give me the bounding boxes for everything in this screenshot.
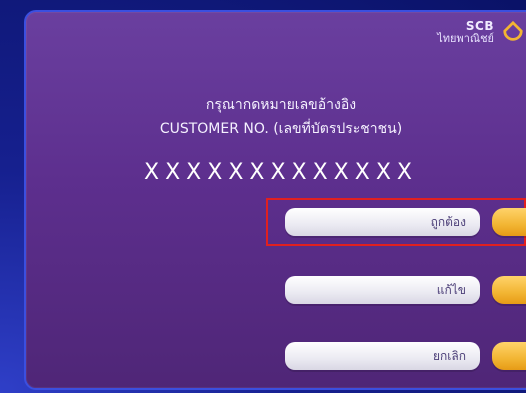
masked-customer-number: XXXXXXXXXXXXX [144, 160, 418, 185]
confirm-button[interactable]: ถูกต้อง [285, 208, 480, 236]
bank-logo: SCB ไทยพาณิชย์ [437, 20, 524, 44]
confirm-side-key[interactable] [492, 208, 526, 236]
cancel-button-label: ยกเลิก [432, 348, 466, 363]
confirm-button-label: ถูกต้อง [430, 214, 466, 229]
cancel-side-key[interactable] [492, 342, 526, 370]
prompt-thai: กรุณากดหมายเลขอ้างอิง [205, 97, 357, 113]
cancel-button[interactable]: ยกเลิก [285, 342, 480, 370]
edit-side-key[interactable] [492, 276, 526, 304]
bank-thai-name: ไทยพาณิชย์ [437, 31, 494, 45]
bank-name-group: SCB ไทยพาณิชย์ [437, 20, 494, 44]
edit-button[interactable]: แก้ไข [285, 276, 480, 304]
edit-button-label: แก้ไข [436, 282, 466, 297]
prompt-customer-no: CUSTOMER NO. (เลขที่บัตรประชาชน) [159, 121, 403, 137]
bank-name: SCB [465, 19, 494, 33]
bank-logo-icon [503, 21, 523, 41]
